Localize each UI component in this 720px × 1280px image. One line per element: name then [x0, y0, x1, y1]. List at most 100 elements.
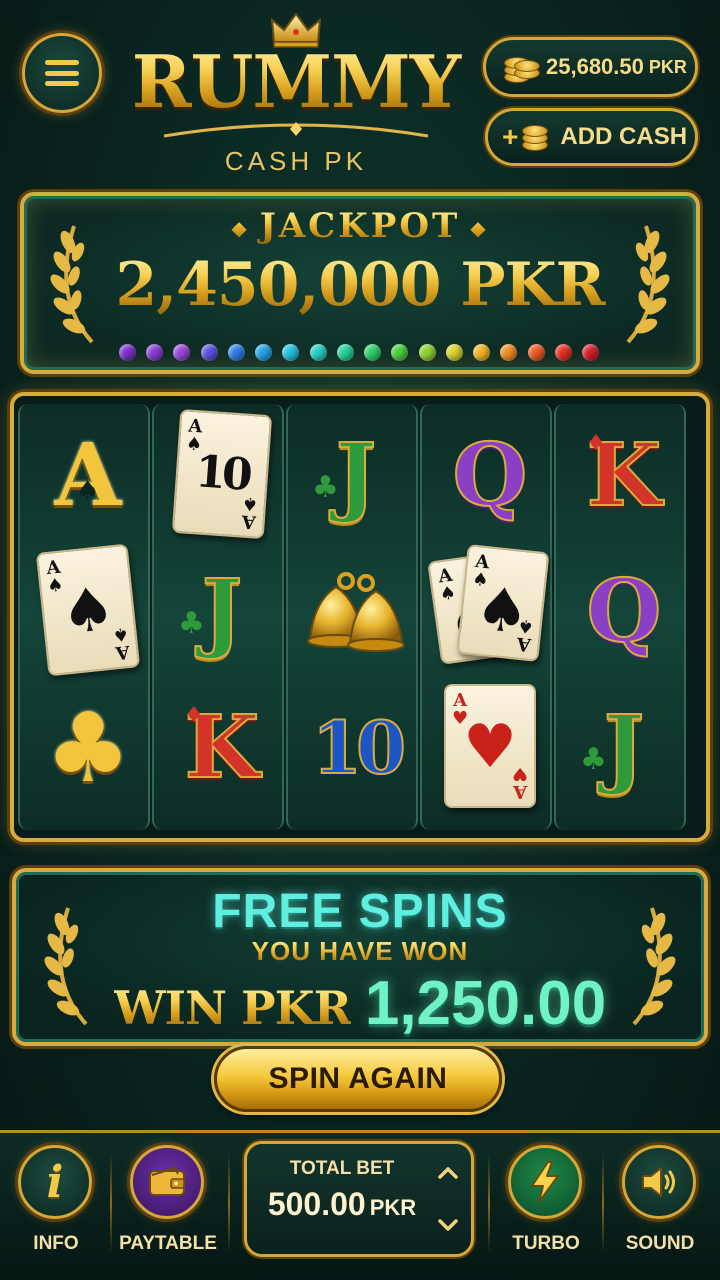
info-label: INFO	[33, 1233, 79, 1254]
total-bet-control: TOTAL BET 500.00 PKR	[244, 1141, 474, 1257]
gem-icon	[445, 344, 463, 361]
gem-row	[119, 344, 599, 364]
logo-subtitle: CASH PK	[224, 146, 368, 176]
suit-icon: ♣	[580, 742, 607, 777]
diamond-icon: ◆	[231, 216, 260, 240]
symbol-letter: J	[603, 696, 646, 799]
jackpot-amount: 2,450,000 PKR	[24, 250, 696, 320]
card-center: ♥	[463, 712, 517, 782]
logo-title: RUMMY	[118, 40, 474, 124]
gem-icon	[255, 344, 273, 361]
lightning-icon	[508, 1145, 582, 1219]
playing-card: A♠A♠♠	[456, 544, 550, 662]
balance-display: 25,680.50 PKR	[483, 37, 698, 97]
sound-button[interactable]: SOUND	[612, 1145, 708, 1275]
info-icon: i	[18, 1145, 92, 1219]
reel-symbol-k: K ♦	[160, 682, 284, 812]
free-spins-panel: FREE SPINS YOU HAVE WON WIN PKR 1,250.00	[12, 868, 708, 1046]
gem-icon	[119, 344, 136, 361]
sound-label: SOUND	[625, 1233, 695, 1254]
turbo-button[interactable]: TURBO	[498, 1145, 594, 1275]
suit-icon: ♣	[312, 470, 339, 505]
slot-reels[interactable]: A♠A♠A♠♠♣A♠A♠10J♣K♦J♣10QA♠A♠♠A♠A♠♠A♥A♥♥K♦…	[10, 392, 710, 842]
symbol-letter: J	[201, 560, 244, 663]
reel-symbol-j: J ♣	[562, 682, 686, 812]
symbol-letter: A	[54, 424, 122, 526]
gem-icon	[336, 344, 354, 361]
paytable-label: PAYTABLE	[119, 1233, 217, 1254]
playing-card: A ♠ A ♠ 10	[171, 408, 273, 540]
gem-icon	[282, 344, 300, 361]
symbol-letter: Q	[586, 560, 663, 663]
card-center: 10	[193, 446, 251, 501]
jackpot-label-text: JACKPOT	[259, 206, 461, 246]
total-bet-currency: PKR	[369, 1195, 417, 1220]
reel-symbol-card: A ♠ A ♠ ♠	[26, 543, 150, 677]
gem-icon	[200, 344, 218, 361]
win-label: WIN PKR	[113, 981, 352, 1035]
free-spins-subtitle: YOU HAVE WON	[16, 936, 704, 967]
gem-icon	[227, 344, 245, 361]
card-center: ♠	[57, 573, 119, 649]
add-cash-button[interactable]: + ADD CASH	[485, 108, 698, 166]
symbol-letter: Q	[452, 424, 529, 527]
playing-card: A ♥ A ♥ ♥	[444, 684, 536, 808]
reel-symbol-q: Q	[428, 410, 552, 540]
reel-symbol-10: 10	[294, 682, 418, 812]
total-bet-label: TOTAL BET	[289, 1158, 395, 1179]
header: RUMMY RUMMY CASH PK 25,680.50 PKR + ADD …	[0, 0, 720, 180]
logo-swoosh-decoration	[163, 122, 429, 138]
reel-symbol-bells	[294, 546, 418, 676]
wallet-icon	[130, 1145, 204, 1219]
reel-symbol-card-pair: A♠A♠♠A♠A♠♠	[427, 544, 552, 676]
reel-symbol-j: J ♣	[160, 546, 284, 676]
gem-icon	[473, 344, 491, 361]
reel-symbol-j: J ♣	[294, 410, 418, 540]
reel-symbol-q: Q	[562, 546, 686, 676]
symbol-letter: 10	[311, 704, 407, 791]
coins-icon	[500, 47, 540, 87]
coins-icon	[520, 117, 554, 157]
chevron-down-icon[interactable]	[433, 1210, 463, 1240]
card-center: ♠	[471, 573, 533, 649]
gem-icon	[391, 344, 409, 361]
balance-currency: PKR	[648, 56, 687, 77]
logo: RUMMY RUMMY CASH PK	[118, 8, 474, 178]
gem-icon	[146, 344, 164, 361]
total-bet-amount: 500.00	[267, 1186, 366, 1222]
playing-card: A♠A♠♠	[35, 543, 141, 677]
reel-symbol-card: A ♠ A ♠ 10	[160, 408, 284, 540]
menu-button[interactable]	[22, 33, 102, 113]
jackpot-label: ◆ JACKPOT ◆	[24, 206, 696, 246]
win-line: WIN PKR 1,250.00	[16, 968, 704, 1039]
speaker-icon	[622, 1145, 696, 1219]
gem-icon	[173, 344, 191, 361]
gem-icon	[554, 344, 572, 361]
suit-icon: ♣	[178, 606, 205, 641]
plus-icon: +	[502, 121, 519, 152]
spin-again-button[interactable]: SPIN AGAIN	[214, 1046, 502, 1112]
bells-icon	[307, 572, 405, 652]
paytable-button[interactable]: PAYTABLE	[119, 1145, 217, 1275]
reel-symbol-k: K ♦	[562, 410, 686, 540]
jackpot-banner: ◆ JACKPOT ◆ 2,450,000 PKR	[20, 192, 700, 374]
gem-icon	[527, 344, 545, 361]
reel-symbol-card: A ♥ A ♥ ♥	[428, 682, 552, 812]
hamburger-icon	[45, 60, 79, 86]
win-amount: 1,250.00	[364, 969, 607, 1038]
chevron-up-icon[interactable]	[433, 1158, 463, 1188]
add-cash-label: ADD CASH	[560, 123, 688, 150]
gem-icon	[418, 344, 436, 361]
gem-icon	[500, 344, 518, 361]
divider	[228, 1153, 230, 1253]
gem-icon	[581, 344, 599, 361]
gem-icon	[309, 344, 327, 361]
reel-symbol-a: A ♠	[26, 410, 150, 540]
total-bet-value: 500.00 PKR	[247, 1186, 437, 1223]
free-spins-title: FREE SPINS	[212, 885, 508, 938]
suit-icon: ♦	[184, 702, 204, 728]
symbol-letter: J	[335, 424, 378, 527]
info-button[interactable]: i INFO	[8, 1145, 104, 1275]
gem-icon	[364, 344, 382, 361]
suit-icon: ♦	[586, 430, 606, 456]
